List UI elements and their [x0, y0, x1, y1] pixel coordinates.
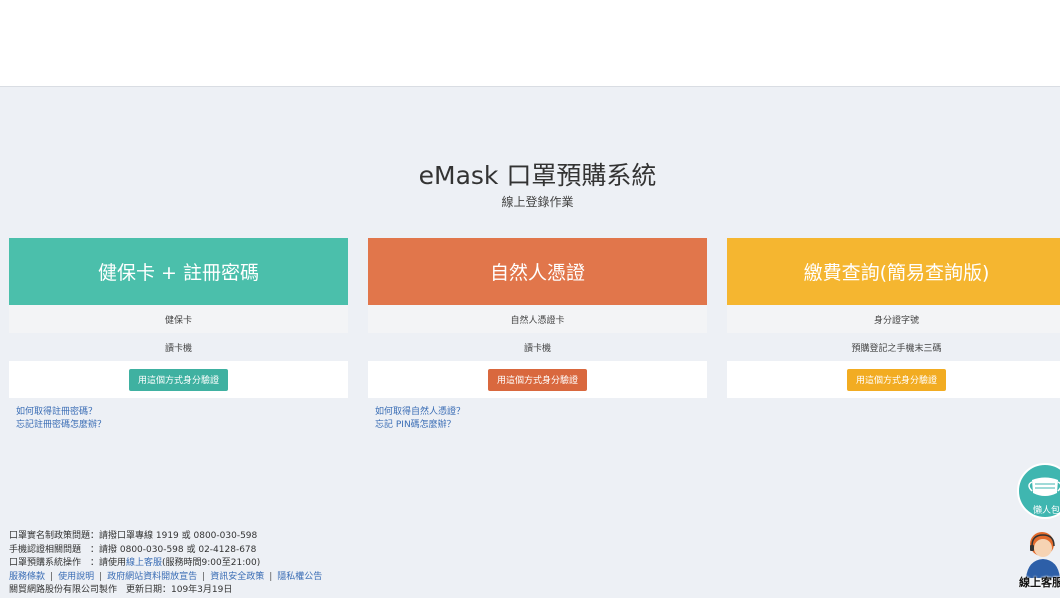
page-subtitle: 線上登錄作業	[501, 195, 574, 209]
footer-link-open-data[interactable]: 政府網站資料開放宣告	[107, 572, 197, 582]
footer-contact-line: 口罩實名制政策問題：請撥口罩專線 1919 或 0800-030-598	[9, 531, 258, 541]
footer-credit: 關貿網路股份有限公司製作 更新日期：109年3月19日	[9, 585, 233, 595]
help-link[interactable]: 如何取得自然人憑證？	[375, 406, 707, 419]
card-action: 用這個方式身分驗證	[9, 361, 348, 398]
help-links: 如何取得自然人憑證？ 忘記 PIN碼怎麼辦？	[368, 406, 707, 432]
footer-text: 口罩預購系統操作 ：請使用	[9, 558, 127, 568]
verify-button[interactable]: 用這個方式身分驗證	[846, 368, 946, 391]
separator: |	[269, 571, 273, 582]
card-requirement: 自然人憑證卡	[368, 305, 707, 333]
help-link[interactable]: 忘記註冊密碼怎麼辦？	[16, 419, 348, 432]
separator: |	[50, 571, 54, 582]
separator: |	[99, 571, 103, 582]
footer-text: (服務時間9:00至21:00)	[162, 558, 261, 568]
card-title: 繳費查詢(簡易查詢版)	[727, 238, 1060, 305]
card-action: 用這個方式身分驗證	[368, 361, 707, 398]
card-payment-query: 繳費查詢(簡易查詢版) 身分證字號 預購登記之手機末三碼 用這個方式身分驗證	[727, 238, 1060, 398]
online-service-label: 線上客服	[1019, 576, 1060, 589]
help-link[interactable]: 如何取得註冊密碼？	[16, 406, 348, 419]
card-citizen-cert: 自然人憑證 自然人憑證卡 讀卡機 用這個方式身分驗證 如何取得自然人憑證？ 忘記…	[368, 238, 707, 432]
online-service-link[interactable]: 線上客服	[126, 558, 162, 568]
card-title: 健保卡 + 註冊密碼	[9, 238, 348, 305]
card-requirement: 讀卡機	[9, 333, 348, 361]
card-requirement: 身分證字號	[727, 305, 1060, 333]
help-link[interactable]: 忘記 PIN碼怎麼辦？	[375, 419, 707, 432]
footer-link-terms[interactable]: 服務條款	[9, 572, 45, 582]
card-title: 自然人憑證	[368, 238, 707, 305]
card-nhi: 健保卡 + 註冊密碼 健保卡 讀卡機 用這個方式身分驗證 如何取得註冊密碼？ 忘…	[9, 238, 348, 432]
footer-link-privacy[interactable]: 隱私權公告	[277, 572, 322, 582]
card-requirement: 讀卡機	[368, 333, 707, 361]
footer-link-security[interactable]: 資訊安全政策	[210, 572, 264, 582]
card-action: 用這個方式身分驗證	[727, 361, 1060, 398]
page-title: eMask 口罩預購系統	[418, 161, 657, 190]
title-section: eMask 口罩預購系統 線上登錄作業	[0, 160, 1060, 210]
card-requirement: 預購登記之手機末三碼	[727, 333, 1060, 361]
separator: |	[202, 571, 206, 582]
help-links: 如何取得註冊密碼？ 忘記註冊密碼怎麼辦？	[9, 406, 348, 432]
top-header	[0, 0, 1060, 87]
verify-button[interactable]: 用這個方式身分驗證	[487, 368, 587, 391]
card-requirement: 健保卡	[9, 305, 348, 333]
online-service-button[interactable]: 線上客服	[1018, 530, 1060, 590]
footer: 口罩實名制政策問題：請撥口罩專線 1919 或 0800-030-598 手機認…	[9, 530, 322, 598]
footer-contact-line: 口罩預購系統操作 ：請使用線上客服(服務時間9:00至21:00)	[9, 557, 322, 571]
service-agent-icon	[1026, 532, 1060, 578]
footer-contact-line: 手機認證相關問題 ：請撥 0800-030-598 或 02-4128-678	[9, 544, 257, 555]
info-pack-label: 懶人包	[1033, 506, 1060, 516]
footer-links: 服務條款 | 使用說明 | 政府網站資料開放宣告 | 資訊安全政策 | 隱私權公告	[9, 571, 322, 585]
footer-link-guide[interactable]: 使用說明	[58, 572, 94, 582]
verify-button[interactable]: 用這個方式身分驗證	[128, 368, 228, 391]
info-pack-button[interactable]: 懶人包	[1017, 463, 1060, 519]
